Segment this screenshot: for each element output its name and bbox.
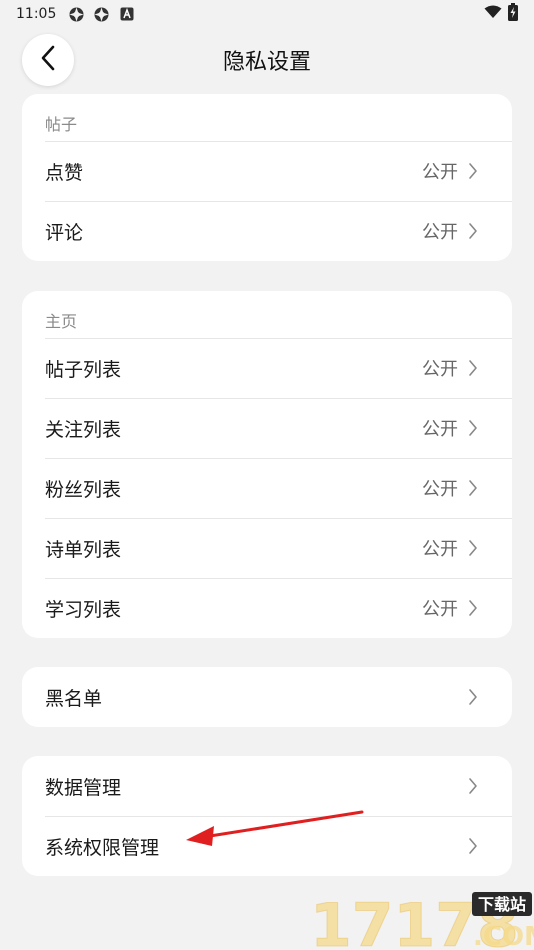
wifi-icon	[484, 5, 502, 23]
row-label: 诗单列表	[45, 538, 122, 561]
sync-icon	[93, 6, 110, 23]
row-label: 系统权限管理	[45, 836, 160, 859]
chevron-right-icon	[468, 162, 480, 180]
chevron-right-icon	[468, 539, 480, 557]
chevron-right-icon	[468, 777, 480, 795]
row-study-list[interactable]: 学习列表 公开	[22, 578, 512, 638]
section-label-posts: 帖子	[45, 115, 78, 134]
row-poem-list[interactable]: 诗单列表 公开	[22, 518, 512, 578]
row-value: 公开	[422, 599, 458, 620]
row-label: 帖子列表	[45, 358, 122, 381]
row-label: 点赞	[45, 161, 84, 184]
privacy-settings-page: 11:05 隐私设置 帖子 点赞 公开 评论 公开 主页 帖子列表 公开 关注列…	[0, 0, 534, 950]
header: 隐私设置	[0, 30, 534, 92]
posts-privacy-card: 帖子 点赞 公开 评论 公开	[22, 94, 512, 261]
chevron-right-icon	[468, 359, 480, 377]
chevron-right-icon	[468, 222, 480, 240]
status-bar: 11:05	[0, 0, 534, 28]
row-value: 公开	[422, 222, 458, 243]
chevron-right-icon	[468, 688, 480, 706]
row-followers-list[interactable]: 粉丝列表 公开	[22, 458, 512, 518]
row-comments[interactable]: 评论 公开	[22, 201, 512, 261]
homepage-privacy-card: 主页 帖子列表 公开 关注列表 公开 粉丝列表 公开 诗单列表 公开 学习列表 …	[22, 291, 512, 638]
chevron-right-icon	[468, 479, 480, 497]
row-following-list[interactable]: 关注列表 公开	[22, 398, 512, 458]
row-value: 公开	[422, 479, 458, 500]
row-value: 公开	[422, 162, 458, 183]
svg-text:.COM: .COM	[473, 922, 534, 950]
row-posts-list[interactable]: 帖子列表 公开	[22, 338, 512, 398]
row-blacklist[interactable]: 黑名单	[22, 667, 512, 727]
data-management-card: 数据管理 系统权限管理	[22, 756, 512, 876]
row-value: 公开	[422, 419, 458, 440]
text-a-icon	[118, 6, 135, 23]
row-label: 黑名单	[45, 687, 103, 710]
row-likes[interactable]: 点赞 公开	[22, 141, 512, 201]
watermark-logo: 17178 下载站 .COM	[310, 888, 534, 950]
chevron-right-icon	[468, 419, 480, 437]
row-label: 关注列表	[45, 418, 122, 441]
svg-text:下载站: 下载站	[478, 895, 526, 914]
blacklist-card: 黑名单	[22, 667, 512, 727]
page-title: 隐私设置	[222, 50, 311, 75]
chevron-right-icon	[468, 599, 480, 617]
row-label: 评论	[45, 221, 84, 244]
row-data-management[interactable]: 数据管理	[22, 756, 512, 816]
status-right-icons	[484, 3, 518, 25]
row-system-permission-management[interactable]: 系统权限管理	[22, 816, 512, 876]
status-time: 11:05	[16, 6, 57, 22]
battery-charging-icon	[508, 3, 518, 25]
chevron-right-icon	[468, 837, 480, 855]
row-label: 粉丝列表	[45, 478, 122, 501]
row-value: 公开	[422, 539, 458, 560]
row-label: 学习列表	[45, 598, 122, 621]
row-value: 公开	[422, 359, 458, 380]
section-label-homepage: 主页	[45, 312, 78, 331]
sync-icon	[68, 6, 85, 23]
row-label: 数据管理	[45, 776, 122, 799]
